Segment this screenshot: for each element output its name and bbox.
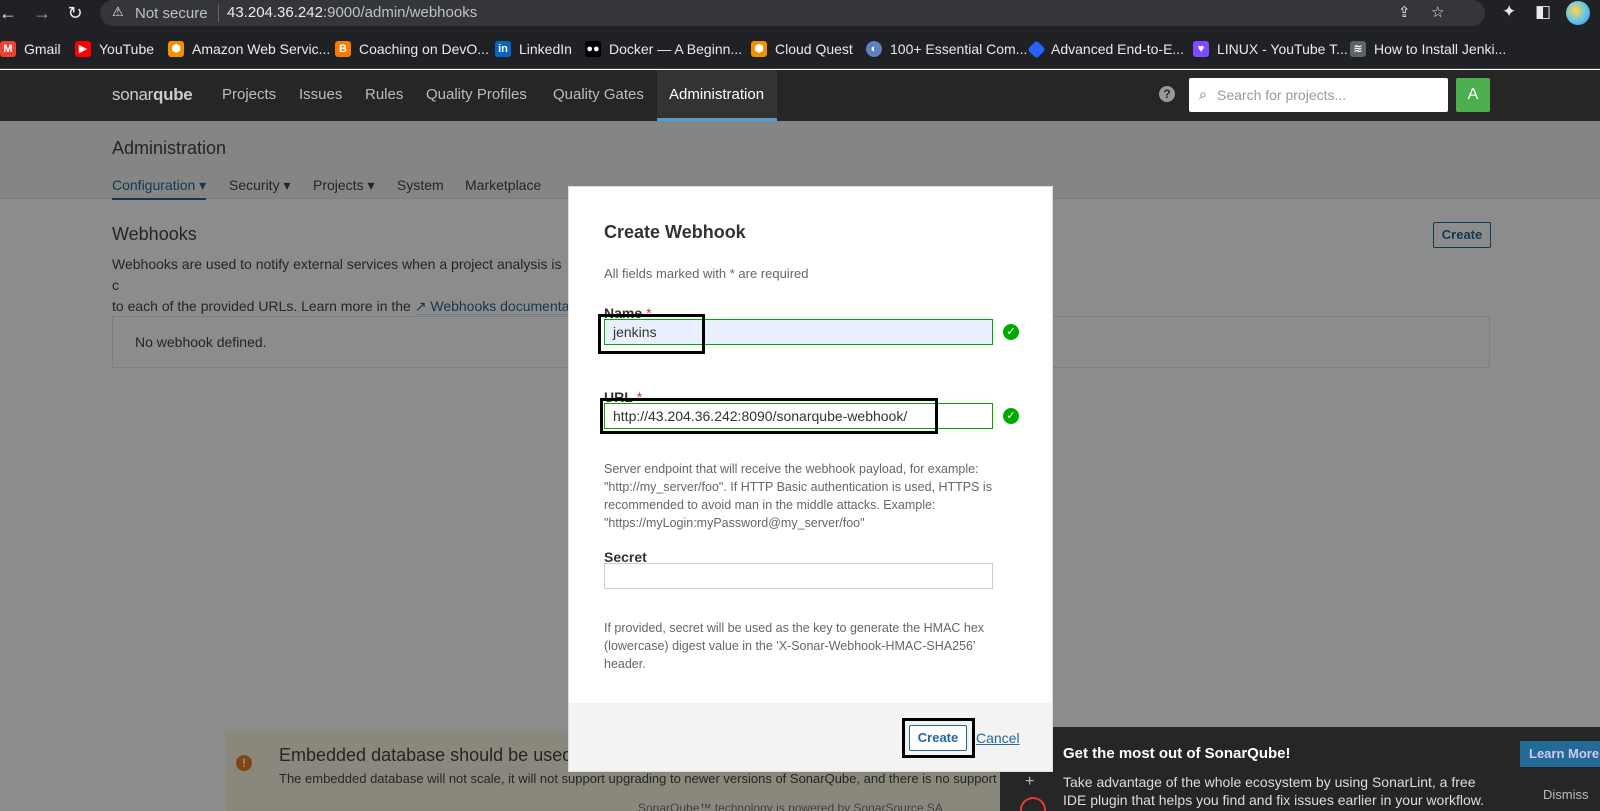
url-highlight bbox=[600, 398, 938, 434]
modal-title: Create Webhook bbox=[604, 222, 746, 242]
star-icon[interactable]: ☆ bbox=[1431, 3, 1444, 21]
bookmark-linkedin[interactable]: in LinkedIn bbox=[495, 40, 572, 58]
site-icon: ◐ bbox=[866, 41, 882, 57]
nav-quality-profiles[interactable]: Quality Profiles bbox=[426, 86, 527, 103]
help-icon[interactable]: ? bbox=[1159, 86, 1175, 102]
nav-projects[interactable]: Projects bbox=[222, 86, 276, 103]
create-webhook-modal: Create Webhook All fields marked with * … bbox=[568, 186, 1053, 772]
sonarqube-navbar: sonarqube Projects Issues Rules Quality … bbox=[0, 70, 1600, 121]
heart-icon: ♥ bbox=[1193, 41, 1209, 57]
name-highlight bbox=[598, 314, 705, 354]
nav-rules[interactable]: Rules bbox=[365, 86, 403, 103]
extensions-icon[interactable]: ✦ bbox=[1502, 2, 1516, 22]
diamond-icon bbox=[1027, 39, 1046, 59]
bookmark-cloud-quest[interactable]: ⬢ Cloud Quest bbox=[751, 40, 853, 58]
search-icon: ⌕ bbox=[1199, 86, 1207, 102]
aws-icon: ⬢ bbox=[168, 41, 184, 57]
user-avatar[interactable]: A bbox=[1456, 78, 1490, 112]
url-text[interactable]: 43.204.36.242:9000/admin/webhooks bbox=[227, 4, 477, 21]
cancel-link[interactable]: Cancel bbox=[976, 730, 1020, 746]
sonarqube-logo[interactable]: sonarqube bbox=[112, 85, 193, 105]
secret-field[interactable] bbox=[604, 563, 993, 589]
share-icon[interactable]: ⇪ bbox=[1398, 3, 1411, 21]
sonarlint-promo: + Get the most out of SonarQube! Take ad… bbox=[1000, 727, 1600, 811]
forward-icon[interactable]: → bbox=[30, 2, 54, 26]
learn-more-button[interactable]: Learn More bbox=[1520, 741, 1600, 767]
security-label: Not secure bbox=[135, 5, 208, 22]
plus-icon: + bbox=[1025, 773, 1035, 790]
create-button[interactable]: Create bbox=[909, 725, 967, 751]
nav-administration[interactable]: Administration bbox=[669, 86, 764, 103]
search-placeholder: Search for projects... bbox=[1217, 87, 1347, 103]
linkedin-icon: in bbox=[495, 41, 511, 57]
youtube-icon: ▶ bbox=[75, 41, 91, 57]
promo-title: Get the most out of SonarQube! bbox=[1063, 745, 1291, 762]
side-panel-icon[interactable]: ◧ bbox=[1535, 2, 1551, 22]
bookmark-icon: ≋ bbox=[1350, 41, 1366, 57]
bookmark-youtube[interactable]: ▶ YouTube bbox=[75, 40, 154, 58]
nav-quality-gates[interactable]: Quality Gates bbox=[553, 86, 644, 103]
url-help-text: Server endpoint that will receive the we… bbox=[604, 462, 992, 530]
secret-help-text: If provided, secret will be used as the … bbox=[604, 621, 985, 671]
bookmark-coaching[interactable]: B Coaching on DevO... bbox=[335, 40, 489, 58]
dismiss-button[interactable]: Dismiss bbox=[1543, 787, 1589, 802]
search-input[interactable]: ⌕ Search for projects... bbox=[1189, 78, 1448, 112]
bookmark-gmail[interactable]: M Gmail bbox=[0, 40, 61, 58]
required-note: All fields marked with * are required bbox=[604, 266, 809, 281]
bookmark-aws[interactable]: ⬢ Amazon Web Servic... bbox=[168, 40, 330, 58]
profile-avatar[interactable] bbox=[1566, 1, 1590, 25]
bookmark-advanced[interactable]: Advanced End-to-E... bbox=[1027, 39, 1184, 59]
modal-footer: Create Cancel bbox=[569, 703, 1052, 771]
bookmarks-bar: M Gmail ▶ YouTube ⬢ Amazon Web Servic... BC… bbox=[0, 27, 1600, 69]
browser-toolbar: ← → ↻ ⚠ Not secure 43.204.36.242:9000/ad… bbox=[0, 0, 1600, 27]
reload-icon[interactable]: ↻ bbox=[63, 2, 87, 26]
aws-icon: ⬢ bbox=[751, 41, 767, 57]
warning-triangle-icon: ⚠ bbox=[112, 4, 124, 19]
bookmark-jenkins[interactable]: ≋ How to Install Jenki... bbox=[1350, 40, 1506, 58]
back-icon[interactable]: ← bbox=[0, 2, 20, 26]
gmail-icon: M bbox=[0, 41, 16, 57]
nav-issues[interactable]: Issues bbox=[299, 86, 342, 103]
blogger-icon: B bbox=[335, 41, 351, 57]
medium-icon: ●● bbox=[585, 41, 601, 57]
valid-check-icon: ✓ bbox=[1003, 408, 1019, 424]
divider bbox=[218, 4, 219, 22]
promo-text: Take advantage of the whole ecosystem by… bbox=[1063, 774, 1484, 808]
bookmark-linux[interactable]: ♥ LINUX - YouTube T... bbox=[1193, 40, 1348, 58]
address-bar[interactable]: ⚠ Not secure 43.204.36.242:9000/admin/we… bbox=[100, 0, 1485, 26]
valid-check-icon: ✓ bbox=[1003, 324, 1019, 340]
alert-ring-icon bbox=[1020, 797, 1046, 811]
bookmark-essential[interactable]: ◐ 100+ Essential Com... bbox=[866, 40, 1027, 58]
bookmark-docker[interactable]: ●● Docker — A Beginn... bbox=[585, 40, 742, 58]
